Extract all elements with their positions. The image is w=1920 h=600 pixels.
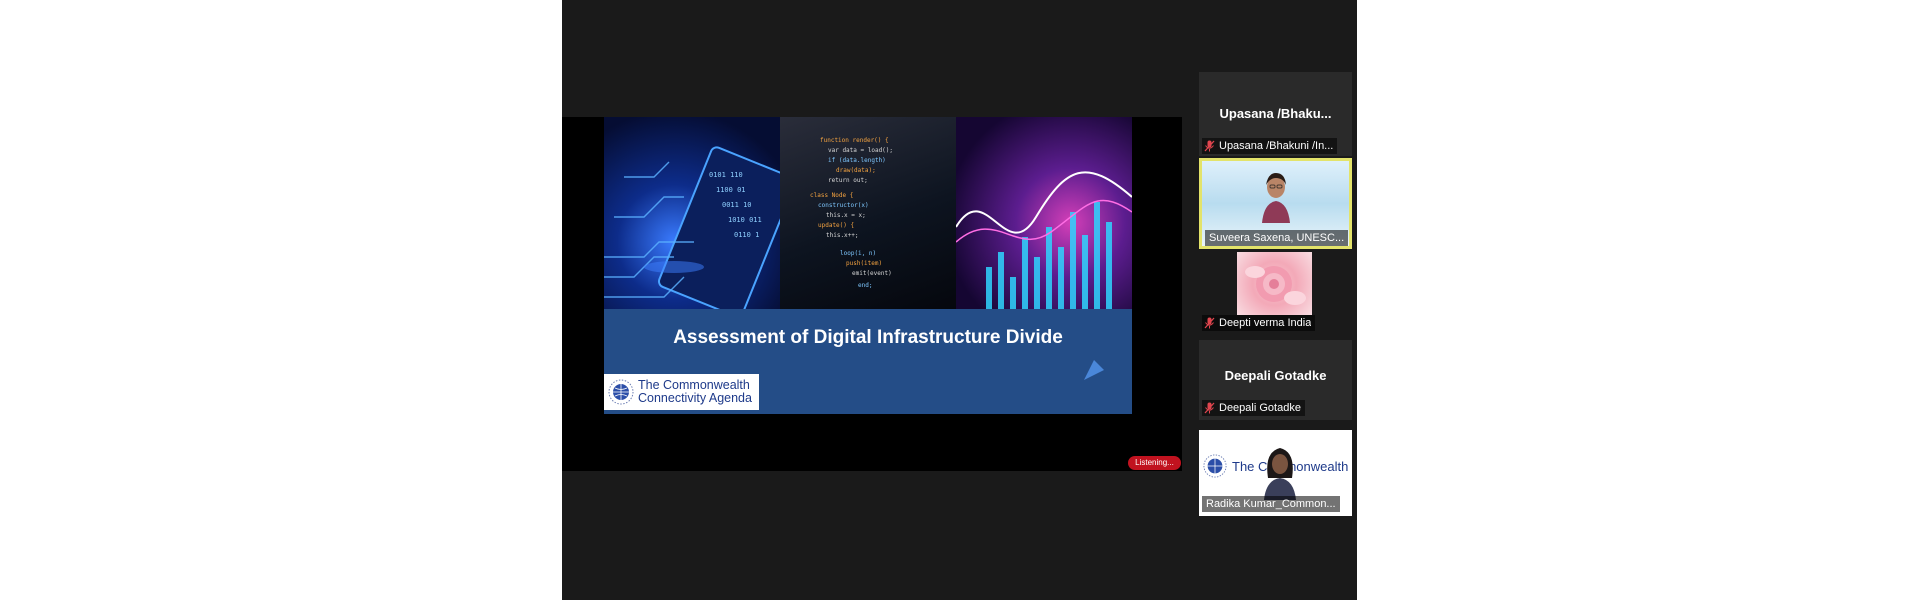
svg-text:this.x++;: this.x++; — [826, 232, 859, 239]
svg-text:end;: end; — [858, 282, 872, 289]
participant-name-large: Upasana /Bhaku... — [1219, 106, 1332, 121]
participant-tile-deepti[interactable]: Deepti verma India — [1199, 252, 1352, 332]
globe-logo-icon — [1203, 454, 1227, 478]
svg-text:0101 110: 0101 110 — [709, 171, 743, 179]
participant-tile-radika[interactable]: The Commonwealth Radika Kumar_Common... — [1199, 430, 1352, 516]
logo-line-2: Connectivity Agenda — [638, 391, 752, 405]
participant-name: Radika Kumar_Common... — [1206, 498, 1336, 510]
circuit-board-image: 0101 110 1100 01 0011 10 1010 011 0110 1 — [604, 117, 780, 309]
participant-name: Deepali Gotadke — [1219, 402, 1301, 414]
participant-label: Radika Kumar_Common... — [1202, 496, 1340, 512]
listening-badge: Listening... — [1128, 456, 1181, 470]
commonwealth-logo: The Commonwealth Connectivity Agenda — [604, 374, 759, 410]
muted-mic-icon — [1204, 317, 1215, 329]
participant-video — [1262, 173, 1290, 223]
svg-text:constructor(x): constructor(x) — [818, 202, 869, 209]
globe-logo-icon — [608, 379, 634, 405]
participant-label: Deepali Gotadke — [1202, 400, 1305, 416]
svg-text:class Node {: class Node { — [810, 192, 853, 199]
svg-text:push(item): push(item) — [846, 260, 882, 267]
presentation-slide: 0101 110 1100 01 0011 10 1010 011 0110 1 f… — [604, 117, 1132, 414]
data-chart-image — [956, 117, 1132, 309]
svg-text:0011 10: 0011 10 — [722, 201, 752, 209]
svg-text:1010 011: 1010 011 — [728, 216, 762, 224]
participant-name: Upasana /Bhakuni /In... — [1219, 140, 1334, 152]
svg-text:function render() {: function render() { — [820, 137, 889, 144]
code-screen-image: function render() { var data = load(); i… — [780, 117, 956, 309]
svg-text:0110 1: 0110 1 — [734, 231, 759, 239]
screen-share-area: 0101 110 1100 01 0011 10 1010 011 0110 1 f… — [562, 117, 1182, 471]
participant-tile-upasana[interactable]: Upasana /Bhaku... Upasana /Bhakuni /In..… — [1199, 72, 1352, 156]
svg-text:var data = load();: var data = load(); — [828, 147, 893, 154]
profile-picture — [1237, 252, 1312, 315]
svg-text:1100 01: 1100 01 — [716, 186, 746, 194]
participant-video — [1264, 448, 1296, 500]
svg-text:if (data.length): if (data.length) — [828, 157, 886, 164]
svg-text:draw(data);: draw(data); — [836, 167, 876, 174]
participant-name: Suveera Saxena, UNESC... — [1209, 232, 1345, 244]
slide-title-band: Assessment of Digital Infrastructure Div… — [604, 309, 1132, 414]
participant-name: Deepti verma India — [1219, 317, 1312, 329]
svg-text:update() {: update() { — [818, 222, 854, 229]
muted-mic-icon — [1204, 402, 1215, 414]
svg-text:emit(event): emit(event) — [852, 270, 892, 277]
corner-brand-icon — [1084, 360, 1104, 380]
slide-header-images: 0101 110 1100 01 0011 10 1010 011 0110 1 f… — [604, 117, 1132, 309]
svg-text:this.x = x;: this.x = x; — [826, 212, 866, 219]
svg-text:loop(i, n): loop(i, n) — [840, 250, 876, 257]
participant-tile-suveera[interactable]: Suveera Saxena, UNESC... — [1199, 158, 1352, 249]
meeting-window: 0101 110 1100 01 0011 10 1010 011 0110 1 f… — [562, 0, 1357, 600]
participant-label: Deepti verma India — [1202, 315, 1316, 331]
logo-text: The Commonwealth Connectivity Agenda — [638, 379, 752, 405]
svg-text:return out;: return out; — [828, 177, 868, 184]
participant-label: Suveera Saxena, UNESC... — [1205, 230, 1349, 246]
participant-label: Upasana /Bhakuni /In... — [1202, 138, 1338, 154]
participant-name-large: Deepali Gotadke — [1224, 368, 1327, 383]
muted-mic-icon — [1204, 140, 1215, 152]
slide-title: Assessment of Digital Infrastructure Div… — [673, 327, 1063, 348]
participant-tile-deepali[interactable]: Deepali Gotadke Deepali Gotadke — [1199, 340, 1352, 420]
